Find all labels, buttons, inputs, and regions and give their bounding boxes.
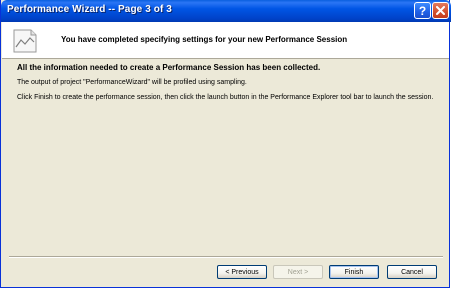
profiling-info-text: The output of project "PerformanceWizard…: [17, 79, 247, 86]
finish-button[interactable]: Finish: [329, 265, 379, 279]
next-button[interactable]: Next >: [273, 265, 323, 279]
title-bar[interactable]: Performance Wizard -- Page 3 of 3 ?: [1, 0, 451, 22]
close-icon: [436, 6, 445, 15]
window-title: Performance Wizard -- Page 3 of 3: [7, 4, 172, 15]
previous-button[interactable]: < Previous: [217, 265, 267, 279]
help-icon: ?: [418, 3, 427, 18]
performance-chart-icon: [13, 29, 37, 53]
summary-heading: All the information needed to create a P…: [17, 63, 321, 72]
close-button[interactable]: [432, 2, 449, 19]
header-text: You have completed specifying settings f…: [61, 35, 348, 44]
performance-wizard-dialog: Performance Wizard -- Page 3 of 3 ? You …: [0, 0, 451, 288]
finish-instructions-text: Click Finish to create the performance s…: [17, 94, 434, 101]
help-button[interactable]: ?: [414, 2, 431, 19]
wizard-header-panel: You have completed specifying settings f…: [2, 22, 449, 59]
button-divider: [9, 256, 443, 258]
wizard-content: All the information needed to create a P…: [17, 63, 437, 108]
cancel-button[interactable]: Cancel: [387, 265, 437, 279]
